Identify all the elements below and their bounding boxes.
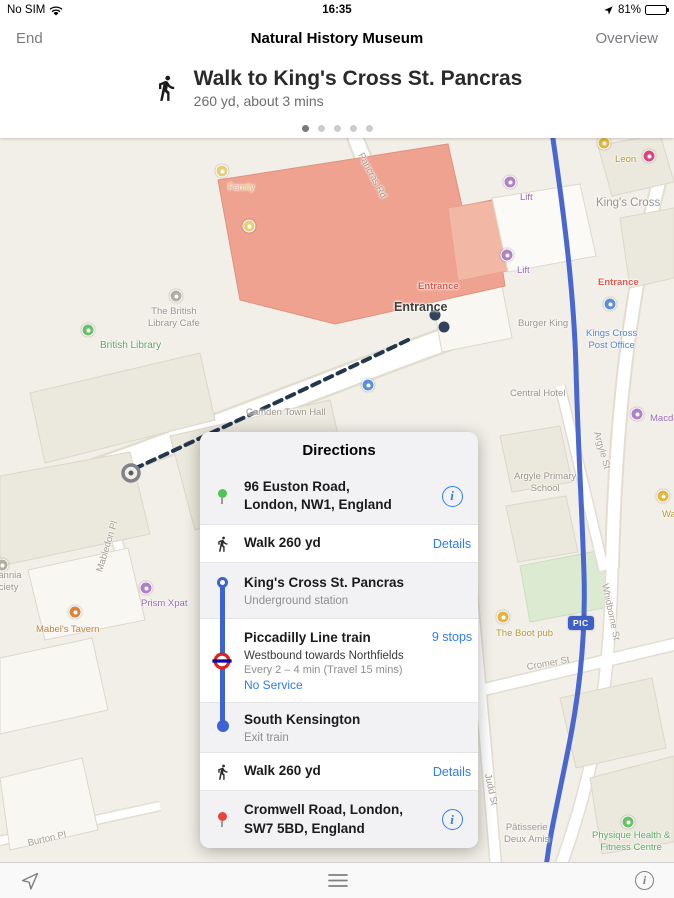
- nav-bar: End Natural History Museum Overview: [0, 20, 674, 56]
- info-button[interactable]: i: [635, 871, 654, 890]
- train-name: Piccadilly Line train: [244, 630, 371, 646]
- fitness-centre-icon[interactable]: [621, 815, 635, 829]
- origin-address: 96 Euston Road,: [244, 478, 350, 494]
- board-station-dot: [216, 577, 228, 588]
- step-walk-2[interactable]: Walk 260 yd Details: [200, 752, 478, 790]
- list-icon: [327, 874, 348, 887]
- page-dot: [333, 125, 341, 132]
- end-button[interactable]: End: [16, 30, 43, 47]
- board-station-name: King's Cross St. Pancras: [244, 575, 405, 591]
- train-service-link[interactable]: No Service: [244, 678, 422, 692]
- library-icon[interactable]: [81, 323, 95, 337]
- page-dot: [365, 125, 373, 132]
- banner-subtitle: 260 yd, about 3 mins: [193, 93, 324, 109]
- step-board-station[interactable]: King's Cross St. Pancras Underground sta…: [200, 562, 478, 619]
- destination-address: Cromwell Road, London,: [244, 802, 403, 818]
- walk-label: Walk 260 yd: [244, 535, 321, 551]
- family-poi-icon[interactable]: [215, 164, 229, 178]
- battery-percent: 81%: [617, 4, 641, 16]
- carrier-label: No SIM: [7, 4, 46, 16]
- restaurant-icon[interactable]: [597, 138, 611, 150]
- step-train[interactable]: Piccadilly Line train Westbound towards …: [200, 618, 478, 703]
- status-bar: No SIM 16:35 81%: [0, 0, 674, 20]
- society-icon[interactable]: [0, 558, 9, 572]
- poi-icon[interactable]: [656, 489, 670, 503]
- walk-label: Walk 260 yd: [244, 763, 321, 779]
- list-view-button[interactable]: [327, 873, 349, 888]
- destination-info-button[interactable]: i: [441, 809, 463, 830]
- instruction-banner[interactable]: Walk to King's Cross St. Pancras 260 yd,…: [0, 56, 674, 138]
- walk-icon: [158, 75, 174, 101]
- exit-station-sub: Exit train: [244, 731, 289, 744]
- bottom-toolbar: i: [0, 862, 674, 898]
- piccadilly-line-badge: PIC: [568, 616, 594, 630]
- business-icon[interactable]: [139, 581, 153, 595]
- transit-line-segment: [220, 587, 225, 619]
- origin-address-line2: London, NW1, England: [244, 497, 392, 512]
- walk-details-button[interactable]: Details: [433, 537, 471, 551]
- wifi-icon: [49, 6, 63, 15]
- post-office-icon[interactable]: [603, 297, 617, 311]
- current-location-button[interactable]: [20, 871, 40, 891]
- train-direction: Westbound towards Northfields: [244, 649, 404, 662]
- step-origin[interactable]: 96 Euston Road, London, NW1, England i: [200, 468, 478, 524]
- clock: 16:35: [322, 4, 352, 16]
- destination-address-line2: SW7 5BD, England: [244, 820, 365, 836]
- tavern-icon[interactable]: [68, 605, 82, 619]
- page-title: Natural History Museum: [250, 29, 424, 47]
- page-dots: [0, 125, 674, 132]
- location-arrow-icon: [21, 872, 39, 890]
- walk-step-icon: [217, 764, 227, 780]
- step-destination[interactable]: Cromwell Road, London, SW7 5BD, England …: [200, 790, 478, 848]
- train-frequency: Every 2 – 4 min (Travel 15 mins): [244, 663, 403, 676]
- step-walk-1[interactable]: Walk 260 yd Details: [200, 524, 478, 562]
- step-exit-station[interactable]: South Kensington Exit train: [200, 702, 478, 752]
- location-active-icon: [604, 5, 613, 15]
- exit-station-name: South Kensington: [244, 712, 361, 728]
- destination-pin-icon: [217, 812, 227, 827]
- lift-icon[interactable]: [503, 175, 517, 189]
- battery-icon: [645, 4, 669, 16]
- pub-icon[interactable]: [496, 610, 510, 624]
- directions-panel[interactable]: Directions 96 Euston Road, London, NW1, …: [200, 432, 478, 848]
- hotel-icon[interactable]: [630, 407, 644, 421]
- origin-info-button[interactable]: i: [441, 485, 463, 507]
- banner-title: Walk to King's Cross St. Pancras: [193, 67, 523, 90]
- board-station-sub: Underground station: [244, 594, 349, 607]
- directions-header: Directions: [200, 432, 478, 468]
- page-dot: [349, 125, 357, 132]
- cafe-icon[interactable]: [169, 289, 183, 303]
- poi-icon[interactable]: [242, 219, 256, 233]
- page-dot: [301, 125, 309, 132]
- page-dot: [317, 125, 325, 132]
- lift-icon[interactable]: [500, 248, 514, 262]
- exit-station-dot: [216, 720, 229, 732]
- walk-details-button[interactable]: Details: [433, 765, 471, 779]
- overview-button[interactable]: Overview: [595, 30, 658, 47]
- walk-step-icon: [217, 536, 227, 552]
- origin-pin-icon: [217, 488, 227, 504]
- underground-roundel-icon: [212, 652, 232, 669]
- stops-button[interactable]: 9 stops: [432, 630, 472, 644]
- metro-station-icon[interactable]: [642, 149, 656, 163]
- civic-building-icon[interactable]: [361, 378, 375, 392]
